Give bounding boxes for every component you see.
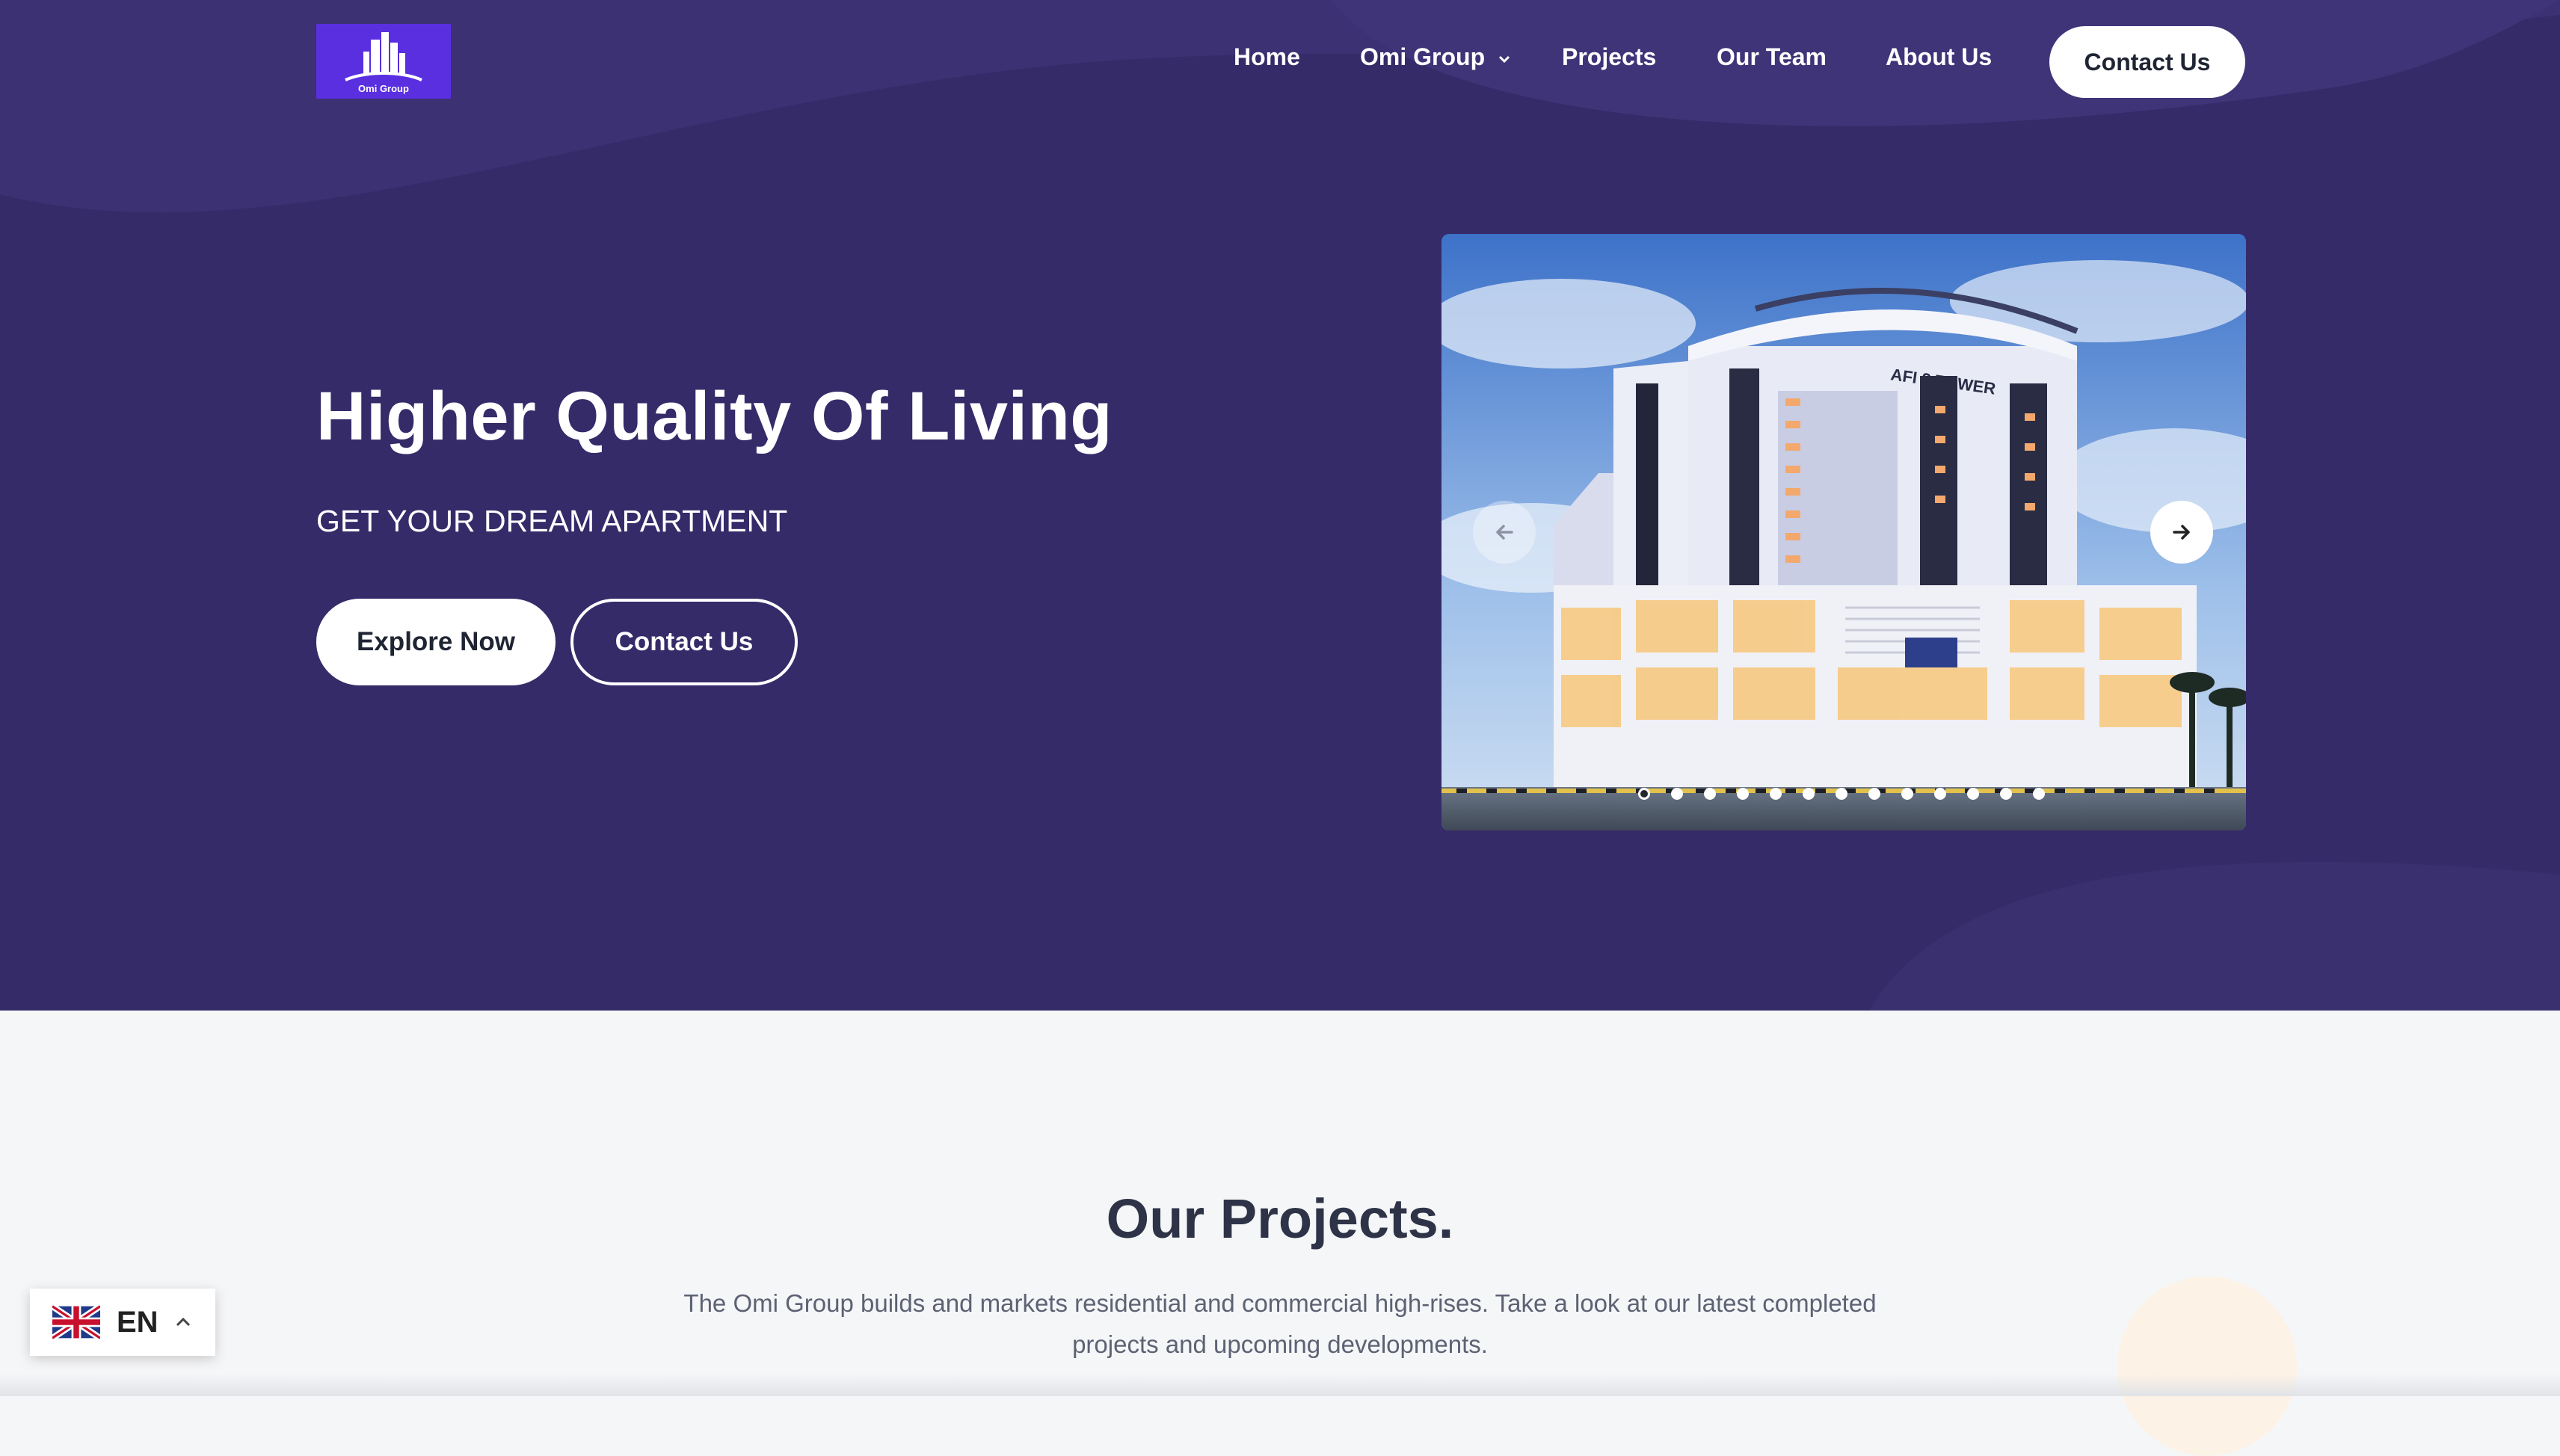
slider-dot[interactable] — [1770, 788, 1782, 800]
projects-title: Our Projects. — [1106, 1188, 1454, 1250]
slider-dot[interactable] — [1868, 788, 1880, 800]
slider-dot[interactable] — [2033, 788, 2045, 800]
bottom-shadow — [0, 1374, 2560, 1396]
hero-contact-button[interactable]: Contact Us — [570, 599, 798, 685]
buildings-icon — [345, 32, 422, 81]
project-slider[interactable]: AFI 2 TOWER — [1441, 234, 2246, 830]
nav-about-us[interactable]: About Us — [1886, 43, 1992, 71]
nav-home[interactable]: Home — [1234, 43, 1300, 71]
uk-flag-icon — [52, 1305, 100, 1339]
explore-now-button[interactable]: Explore Now — [316, 599, 556, 685]
slider-dot[interactable] — [2000, 788, 2012, 800]
slider-dot[interactable] — [1737, 788, 1749, 800]
decorative-circle — [2117, 1277, 2297, 1456]
slider-dot[interactable] — [1638, 788, 1650, 800]
slider-dot[interactable] — [1803, 788, 1815, 800]
slider-pagination — [1638, 788, 2045, 800]
hero-subheadline: GET YOUR DREAM APARTMENT — [316, 504, 788, 538]
slider-dot[interactable] — [1671, 788, 1683, 800]
slider-dot[interactable] — [1967, 788, 1979, 800]
language-code: EN — [117, 1305, 159, 1339]
slider-dot[interactable] — [1704, 788, 1716, 800]
slider-dot[interactable] — [1934, 788, 1946, 800]
slider-dot[interactable] — [1836, 788, 1847, 800]
nav-our-team[interactable]: Our Team — [1717, 43, 1827, 71]
hero-section: Omi Group Home Omi Group Projects Our Te… — [0, 0, 2560, 1011]
nav-contact-button[interactable]: Contact Us — [2049, 26, 2245, 98]
projects-description: The Omi Group builds and markets residen… — [683, 1289, 1877, 1358]
slider-dot[interactable] — [1901, 788, 1913, 800]
logo-text: Omi Group — [358, 83, 409, 94]
language-switcher[interactable]: EN — [30, 1289, 215, 1356]
nav-projects[interactable]: Projects — [1562, 43, 1656, 71]
arrow-left-icon — [1496, 525, 1513, 540]
nav-omi-group-label: Omi Group — [1360, 43, 1486, 70]
chevron-up-icon — [176, 1317, 190, 1327]
slider-next-button[interactable] — [2150, 501, 2213, 564]
chevron-down-icon — [1498, 55, 1510, 63]
slide-image-building: AFI 2 TOWER — [1441, 234, 2246, 830]
omi-group-logo[interactable]: Omi Group — [316, 24, 451, 99]
slider-prev-button[interactable] — [1473, 501, 1536, 564]
nav-omi-group[interactable]: Omi Group — [1360, 43, 1511, 71]
hero-headline: Higher Quality Of Living — [316, 378, 1113, 454]
arrow-right-icon — [2173, 525, 2190, 540]
